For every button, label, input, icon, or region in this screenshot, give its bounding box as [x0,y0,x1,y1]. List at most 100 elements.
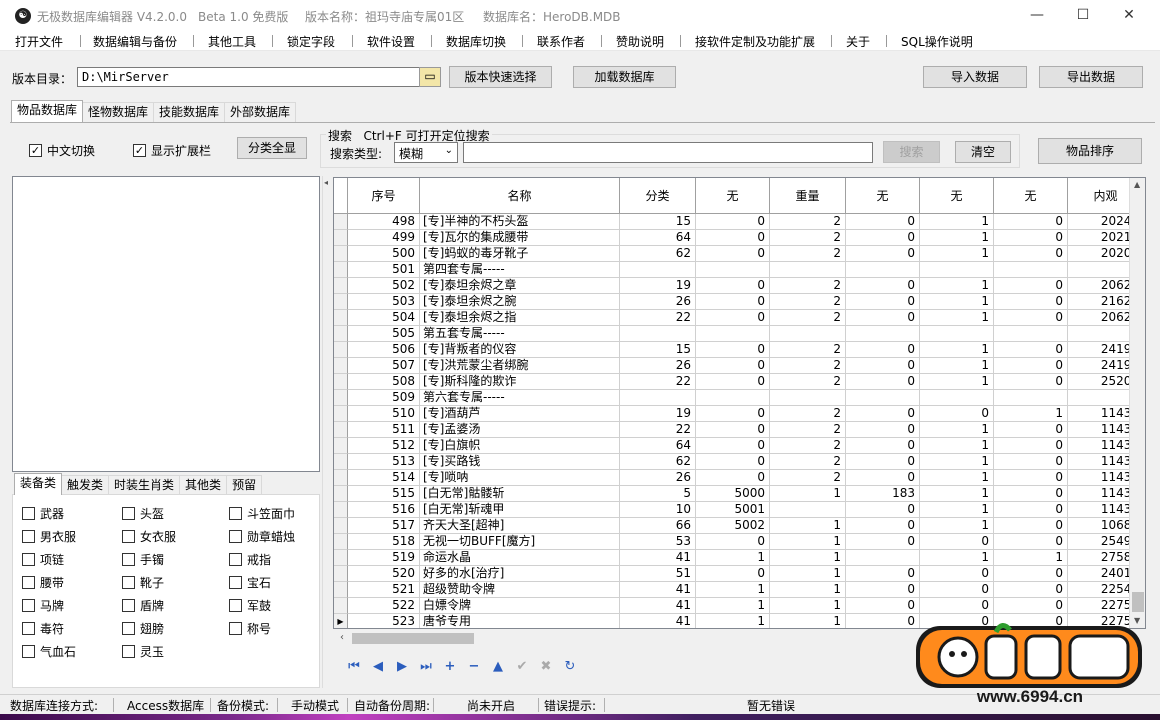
table-cell[interactable]: 1 [920,486,994,502]
search-input[interactable] [463,142,873,163]
load-db-button[interactable]: 加载数据库 [573,66,676,88]
row-indicator[interactable] [334,230,348,246]
table-cell[interactable]: 41 [620,614,696,628]
category-checkbox[interactable]: 称号 [229,620,271,637]
table-cell[interactable]: 19 [620,406,696,422]
table-row[interactable]: 507 [专]洪荒蒙尘者绑腕 26 0 2 0 1 0 24193 [334,358,1144,374]
table-cell[interactable]: 第六套专属----- [420,390,620,406]
table-cell[interactable]: 1 [920,374,994,390]
column-header[interactable]: 重量 [770,178,846,214]
row-indicator[interactable] [334,374,348,390]
delete-record-icon[interactable]: − [466,659,482,675]
last-record-icon[interactable]: ⏭ [418,659,434,675]
category-checkbox[interactable]: 腰带 [22,574,64,591]
table-cell[interactable]: 0 [696,438,770,454]
table-cell[interactable]: 1 [920,502,994,518]
table-cell[interactable]: 0 [846,374,920,390]
splitter[interactable]: ◂ [322,176,332,688]
table-cell[interactable]: 0 [994,230,1068,246]
category-checkbox[interactable]: 灵玉 [122,643,164,660]
table-cell[interactable]: 10 [620,502,696,518]
table-cell[interactable]: 513 [348,454,420,470]
menu-sponsor[interactable]: 赞助说明 [616,33,664,50]
table-cell[interactable]: 0 [846,422,920,438]
tab-items[interactable]: 物品数据库 [11,100,84,122]
row-indicator[interactable] [334,294,348,310]
table-cell[interactable] [846,326,920,342]
category-checkbox[interactable]: 翅膀 [122,620,164,637]
table-cell[interactable]: 1 [770,486,846,502]
prev-record-icon[interactable]: ◀ [370,659,386,675]
menu-custom[interactable]: 接软件定制及功能扩展 [695,33,815,50]
table-cell[interactable]: 2 [770,294,846,310]
table-cell[interactable]: 1 [920,470,994,486]
column-header[interactable]: 分类 [620,178,696,214]
table-cell[interactable] [846,390,920,406]
row-indicator[interactable] [334,518,348,534]
table-row[interactable]: 508 [专]斯科隆的欺诈 22 0 2 0 1 0 25201 [334,374,1144,390]
table-row[interactable]: 509 第六套专属----- [334,390,1144,406]
table-cell[interactable]: [专]买路钱 [420,454,620,470]
table-cell[interactable]: 22 [620,310,696,326]
table-row[interactable]: 500 [专]蚂蚁的毒牙靴子 62 0 2 0 1 0 20203 [334,246,1144,262]
table-cell[interactable]: 509 [348,390,420,406]
tab-trigger[interactable]: 触发类 [61,475,110,495]
table-cell[interactable]: 0 [846,310,920,326]
table-cell[interactable]: 0 [696,230,770,246]
table-row[interactable]: 498 [专]半神的不朽头盔 15 0 2 0 1 0 20249 [334,214,1144,230]
table-row[interactable]: 510 [专]酒葫芦 19 0 2 0 0 1 11433 [334,406,1144,422]
row-indicator[interactable] [334,550,348,566]
category-checkbox[interactable]: 头盔 [122,505,164,522]
tab-monsters[interactable]: 怪物数据库 [82,102,155,122]
table-cell[interactable]: 0 [696,214,770,230]
table-cell[interactable]: 0 [994,358,1068,374]
table-cell[interactable]: 1 [920,310,994,326]
table-row[interactable]: 515 [白无常]骷髅斩 5 5000 1 183 1 0 11438 [334,486,1144,502]
menu-other-tools[interactable]: 其他工具 [208,33,256,50]
menu-lock-fields[interactable]: 锁定字段 [287,33,335,50]
column-header[interactable]: 名称 [420,178,620,214]
close-button[interactable]: ✕ [1106,0,1152,31]
category-checkbox[interactable]: 军鼓 [229,597,271,614]
table-row[interactable]: 520 好多的水[治疗] 51 0 1 0 0 0 24019 [334,566,1144,582]
table-cell[interactable]: 26 [620,294,696,310]
table-cell[interactable]: 515 [348,486,420,502]
column-header[interactable]: 无 [696,178,770,214]
sort-items-button[interactable]: 物品排序 [1038,138,1142,164]
table-row[interactable]: 513 [专]买路钱 62 0 2 0 1 0 11436 [334,454,1144,470]
table-cell[interactable]: 0 [846,566,920,582]
table-cell[interactable]: 1 [920,230,994,246]
table-cell[interactable]: 0 [994,534,1068,550]
row-indicator[interactable] [334,598,348,614]
tab-reserved[interactable]: 预留 [226,475,263,495]
table-cell[interactable]: 22 [620,374,696,390]
table-cell[interactable]: 26 [620,470,696,486]
table-cell[interactable] [770,326,846,342]
table-row[interactable]: 499 [专]瓦尔的集成腰带 64 0 2 0 1 0 20217 [334,230,1144,246]
dir-input[interactable]: D:\MirServer [77,67,420,87]
menu-edit-backup[interactable]: 数据编辑与备份 [93,33,177,50]
table-cell[interactable]: 498 [348,214,420,230]
table-row[interactable]: 521 超级赞助令牌 41 1 1 0 0 0 22542 [334,582,1144,598]
table-cell[interactable] [994,326,1068,342]
table-cell[interactable]: 506 [348,342,420,358]
column-header[interactable]: 无 [846,178,920,214]
first-record-icon[interactable]: ⏮ [346,659,362,675]
table-row[interactable]: 501 第四套专属----- [334,262,1144,278]
table-cell[interactable]: 41 [620,598,696,614]
table-cell[interactable]: 517 [348,518,420,534]
table-cell[interactable]: 0 [696,534,770,550]
table-cell[interactable]: 2 [770,230,846,246]
table-cell[interactable]: 2 [770,374,846,390]
row-indicator[interactable] [334,214,348,230]
table-cell[interactable]: [白无常]斩魂甲 [420,502,620,518]
table-cell[interactable]: 2 [770,246,846,262]
table-cell[interactable]: 0 [846,518,920,534]
table-cell[interactable]: 1 [994,406,1068,422]
table-cell[interactable]: 0 [846,614,920,628]
search-type-select[interactable]: 模糊 ⌄ [394,142,458,163]
table-cell[interactable]: 1 [696,582,770,598]
table-cell[interactable] [696,326,770,342]
table-cell[interactable]: 0 [994,422,1068,438]
row-indicator[interactable] [334,534,348,550]
